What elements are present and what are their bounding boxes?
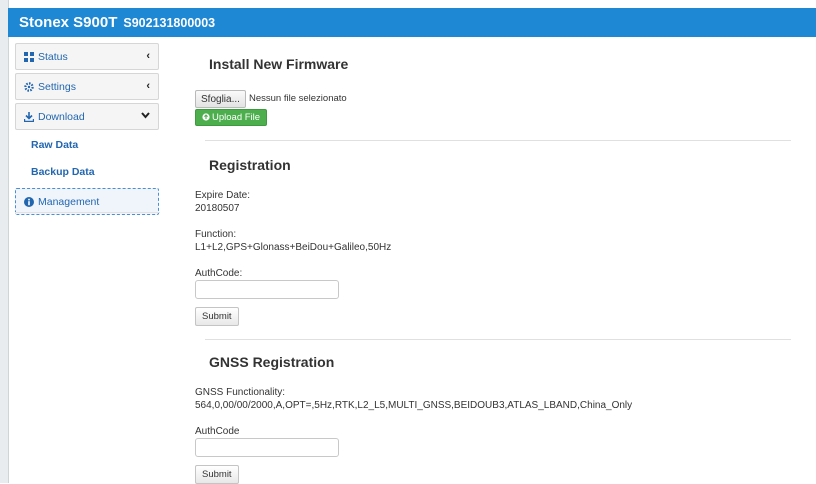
expire-date-value: 20180507 <box>195 203 240 214</box>
download-icon <box>23 111 35 122</box>
sidebar-item-label: Status <box>38 50 68 63</box>
sidebar: Status ‹ Settings ‹ Download Raw Data Ba… <box>15 43 159 218</box>
registration-submit-button[interactable]: Submit <box>195 307 239 326</box>
sidebar-item-management[interactable]: Management <box>15 188 159 215</box>
window-left-edge <box>0 0 9 483</box>
section-divider <box>205 140 791 141</box>
gnss-registration-section-title: GNSS Registration <box>209 354 335 370</box>
chevron-down-icon <box>141 110 150 122</box>
grid-icon <box>23 51 35 62</box>
sidebar-item-settings[interactable]: Settings ‹ <box>15 73 159 100</box>
gnss-functionality-value: 564,0,00/00/2000,A,OPT=,5Hz,RTK,L2_L5,MU… <box>195 400 633 411</box>
gnss-authcode-input[interactable] <box>195 438 339 457</box>
registration-section-title: Registration <box>209 157 291 173</box>
authcode-label: AuthCode: <box>195 268 243 279</box>
upload-file-button[interactable]: Upload File <box>195 109 268 126</box>
section-divider <box>205 339 791 340</box>
registration-authcode-input[interactable] <box>195 280 339 299</box>
app-brand-title: Stonex S900T <box>19 14 118 31</box>
sidebar-item-label: Download <box>38 110 85 123</box>
sidebar-item-label: Settings <box>38 80 76 93</box>
chevron-left-icon: ‹ <box>146 50 150 62</box>
browse-file-button[interactable]: Sfoglia... <box>195 90 246 108</box>
file-status-text: Nessun file selezionato <box>249 93 347 104</box>
gnss-functionality-label: GNSS Functionality: <box>195 387 286 398</box>
function-label: Function: <box>195 229 237 240</box>
info-icon <box>23 196 35 207</box>
sidebar-item-status[interactable]: Status ‹ <box>15 43 159 70</box>
sidebar-subitem-backup-data[interactable]: Backup Data <box>15 160 159 184</box>
chevron-left-icon: ‹ <box>146 80 150 92</box>
gnss-submit-button[interactable]: Submit <box>195 465 239 484</box>
sidebar-item-download[interactable]: Download <box>15 103 159 130</box>
sidebar-item-label: Management <box>38 195 100 208</box>
firmware-section-title: Install New Firmware <box>209 56 349 72</box>
sidebar-subitem-raw-data[interactable]: Raw Data <box>15 133 159 157</box>
gear-icon <box>23 81 35 92</box>
top-header-bar: Stonex S900T S902131800003 <box>8 8 816 37</box>
expire-date-label: Expire Date: <box>195 190 251 201</box>
gnss-authcode-label: AuthCode <box>195 426 240 437</box>
device-serial: S902131800003 <box>123 15 216 30</box>
sidebar-divider <box>15 212 160 213</box>
upload-button-label: Upload File <box>212 112 261 123</box>
function-value: L1+L2,GPS+Glonass+BeiDou+Galileo,50Hz <box>195 242 392 253</box>
upload-circle-icon <box>202 112 210 123</box>
